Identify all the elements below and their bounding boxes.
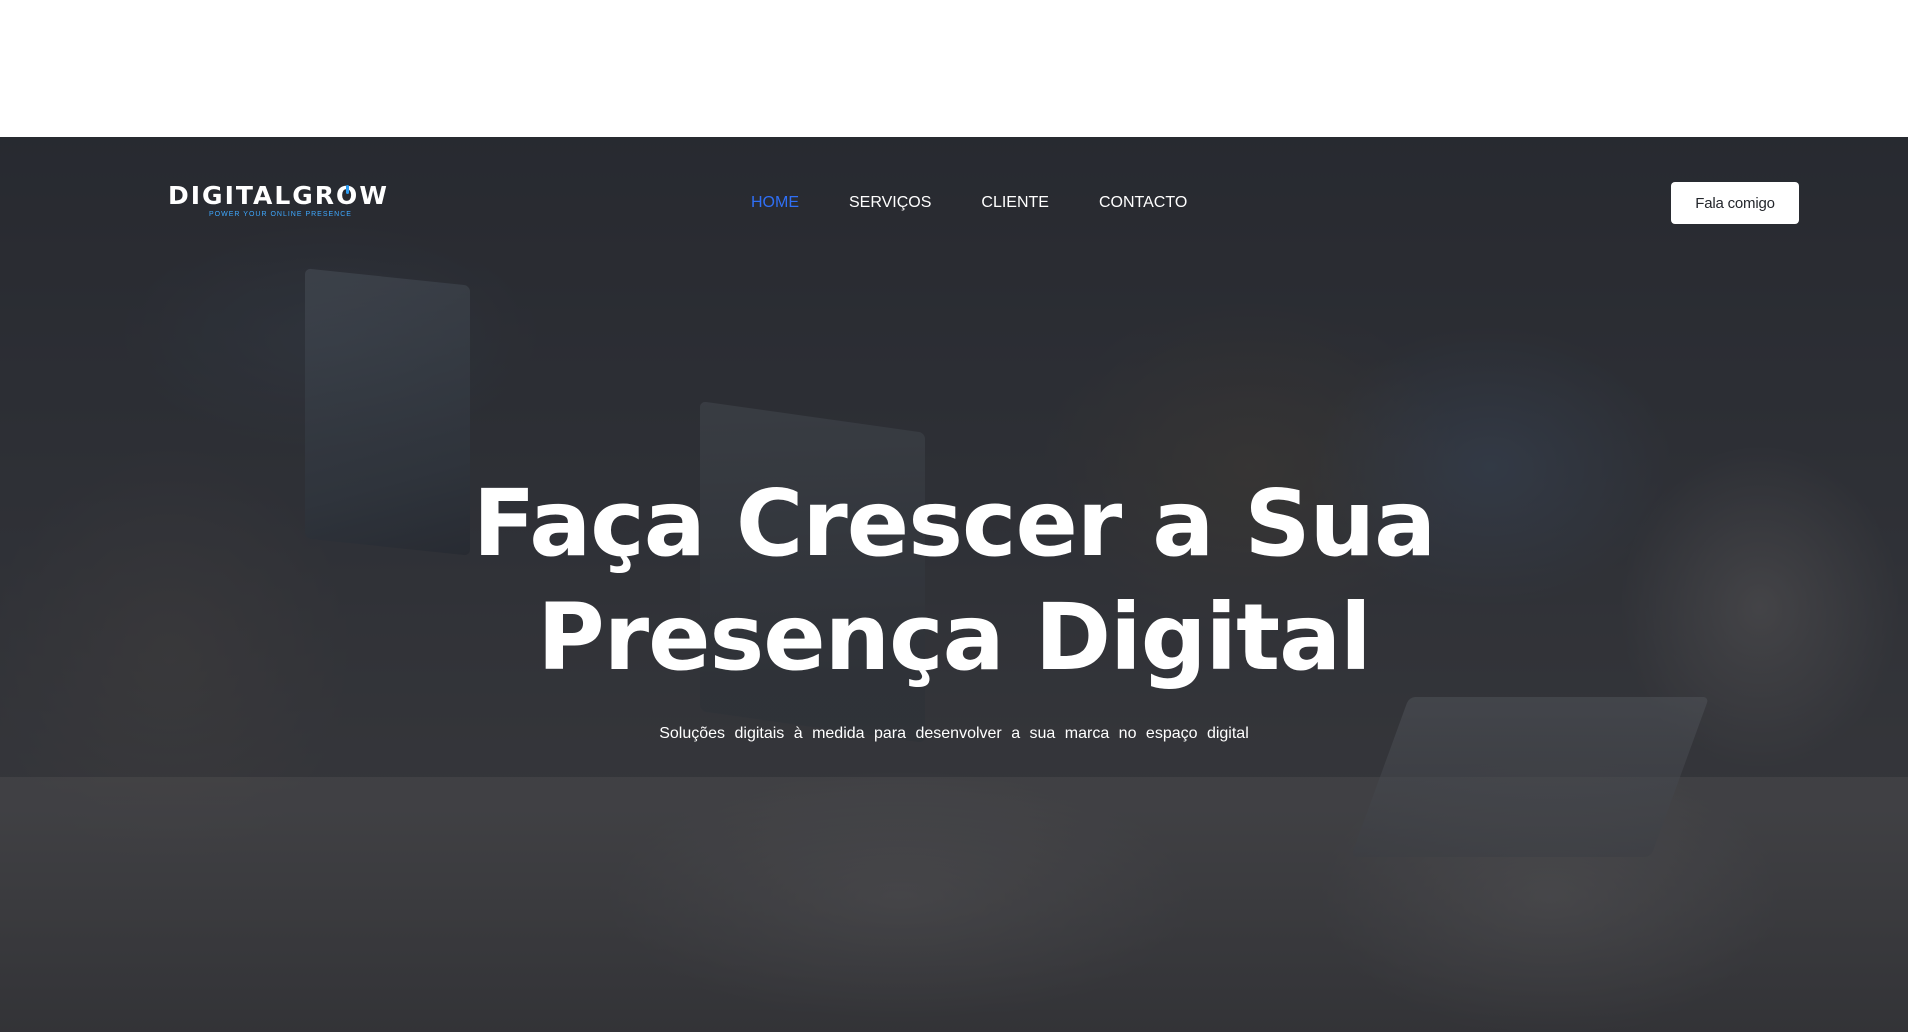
nav-item-contacto[interactable]: CONTACTO [1099,194,1187,212]
hero-content: Faça Crescer a Sua Presença Digital Solu… [0,467,1908,743]
hero-title: Faça Crescer a Sua Presença Digital [0,467,1908,695]
hero-title-line-1: Faça Crescer a Sua [472,470,1437,577]
site-logo[interactable]: DIGITALGROW POWER YOUR ONLINE PRESENCE [168,181,389,219]
nav-item-home[interactable]: HOME [751,194,799,212]
nav-item-servicos[interactable]: SERVIÇOS [849,194,931,212]
hero-section: DIGITALGROW POWER YOUR ONLINE PRESENCE H… [0,137,1908,1032]
hero-subtitle: Soluções digitais à medida para desenvol… [659,725,1249,742]
logo-tagline: POWER YOUR ONLINE PRESENCE [209,211,352,218]
contact-cta-button[interactable]: Fala comigo [1671,182,1799,224]
power-icon: O [336,181,360,210]
main-navigation: DIGITALGROW POWER YOUR ONLINE PRESENCE H… [0,137,1908,257]
nav-item-cliente[interactable]: CLIENTE [981,194,1049,212]
nav-menu: HOME SERVIÇOS CLIENTE CONTACTO [751,194,1187,212]
top-blank-area [0,0,1920,137]
logo-wordmark: DIGITALGROW [168,181,389,210]
hero-title-line-2: Presença Digital [537,584,1371,691]
page-right-edge [1908,137,1920,1032]
